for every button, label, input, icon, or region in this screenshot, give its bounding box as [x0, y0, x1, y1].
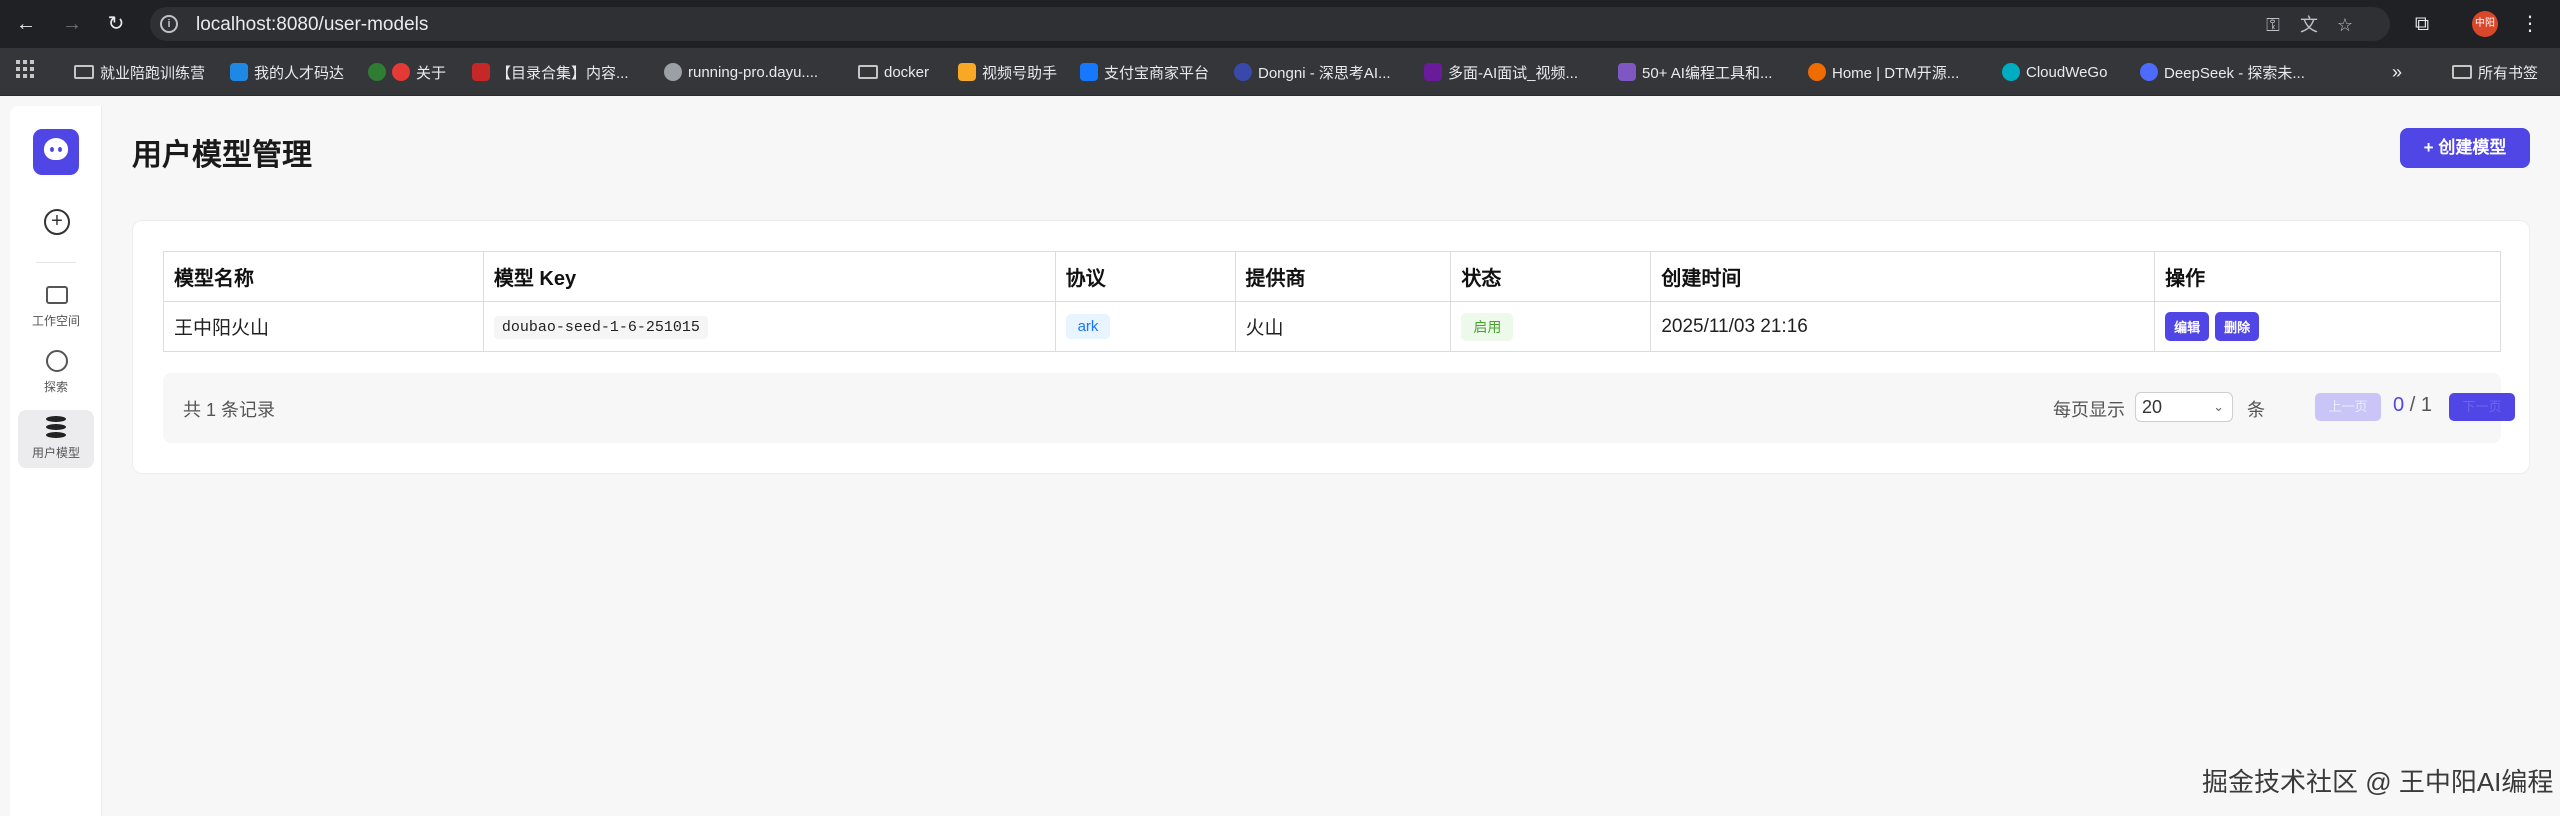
status-badge: 启用 [1461, 312, 1514, 341]
all-bookmarks[interactable]: 所有书签 [2452, 60, 2538, 84]
bookmark-item[interactable]: 就业陪跑训练营 [74, 60, 205, 84]
column-header: 创建时间 [1650, 251, 2156, 302]
watermark: 掘金技术社区 @ 王中阳AI编程 [2202, 767, 2554, 797]
sidebar-item-user-models[interactable]: 用户模型 [18, 410, 94, 468]
bookmark-item[interactable]: CloudWeGo [2002, 60, 2107, 84]
column-header: 提供商 [1234, 251, 1452, 302]
extensions-icon[interactable]: ⧉ [2408, 10, 2436, 38]
folder-icon [858, 65, 878, 79]
main-content: 用户模型管理 + 创建模型 模型名称 模型 Key 协议 提供商 状态 创建时间… [102, 96, 2560, 816]
address-bar[interactable]: i localhost:8080/user-models ⚿ 文 ☆ [150, 7, 2390, 41]
site-icon [958, 63, 976, 81]
create-model-button[interactable]: + 创建模型 [2400, 128, 2530, 168]
bookmark-item[interactable]: 多面-AI面试_视频... [1424, 60, 1578, 84]
actions-cell: 编辑 删除 [2154, 301, 2501, 352]
page-indicator: 0 / 1 [2393, 394, 2432, 417]
prev-page-button[interactable]: 上一页 [2315, 393, 2381, 421]
total-records: 共 1 条记录 [183, 400, 276, 420]
models-table: 模型名称 模型 Key 协议 提供商 状态 创建时间 操作 王中阳火山 doub… [163, 251, 2501, 352]
total-pages: 1 [2420, 394, 2432, 416]
site-icon [368, 63, 386, 81]
menu-kebab-icon[interactable]: ⋮ [2516, 10, 2544, 38]
translate-icon[interactable]: 文 [2298, 14, 2320, 36]
sidebar-item-label: 工作空间 [31, 314, 80, 328]
chevron-down-icon: ⌄ [2213, 399, 2224, 414]
site-icon [1808, 63, 1826, 81]
site-icon [1424, 63, 1442, 81]
model-name: 王中阳火山 [163, 301, 484, 352]
column-header: 协议 [1054, 251, 1236, 302]
bookmark-item[interactable]: Dongni - 深思考AI... [1234, 60, 1391, 84]
page-title: 用户模型管理 [132, 139, 312, 172]
new-chat-plus-icon[interactable]: + [44, 209, 70, 235]
profile-avatar[interactable]: 中阳 [2472, 11, 2498, 37]
protocol-badge: ark [1065, 314, 1111, 339]
page-size-value: 20 [2142, 397, 2163, 417]
bookmark-item[interactable]: 我的人才码达 [230, 60, 344, 84]
weibo-icon [392, 63, 410, 81]
page-size-label: 每页显示 [2053, 400, 2125, 420]
site-info-icon[interactable]: i [160, 15, 178, 33]
bookmarks-overflow-icon[interactable]: » [2392, 60, 2402, 84]
site-icon [230, 63, 248, 81]
forward-icon[interactable]: → [60, 12, 84, 36]
bookmarks-bar: 就业陪跑训练营 我的人才码达 关于 【目录合集】内容... running-pr… [0, 48, 2560, 96]
terminal-icon [46, 286, 68, 304]
sidebar-item-workspace[interactable]: 工作空间 [18, 278, 94, 336]
sidebar-divider [36, 262, 76, 263]
app-logo[interactable] [33, 129, 79, 175]
site-icon [1618, 63, 1636, 81]
bookmark-star-icon[interactable]: ☆ [2334, 14, 2356, 36]
site-icon [1234, 63, 1252, 81]
browser-toolbar: ← → ↻ i localhost:8080/user-models ⚿ 文 ☆… [0, 0, 2560, 48]
compass-icon [46, 350, 68, 372]
password-key-icon[interactable]: ⚿ [2262, 14, 2284, 36]
bookmark-item[interactable]: Home | DTM开源... [1808, 60, 1959, 84]
bookmark-item[interactable]: 【目录合集】内容... [472, 60, 629, 84]
site-icon [472, 63, 490, 81]
edit-button[interactable]: 编辑 [2165, 312, 2210, 341]
column-header: 操作 [2154, 251, 2501, 302]
created-time-cell: 2025/11/03 21:16 [1650, 301, 2156, 352]
bookmark-item[interactable]: running-pro.dayu.... [664, 60, 818, 84]
alipay-icon [1080, 63, 1098, 81]
folder-icon [74, 65, 94, 79]
bookmark-item[interactable]: docker [858, 60, 929, 84]
column-header: 模型 Key [482, 251, 1056, 302]
apps-grid-icon[interactable] [16, 60, 34, 78]
app-sidebar: + 工作空间 探索 用户模型 [10, 106, 102, 816]
bookmark-item[interactable]: DeepSeek - 探索未... [2140, 60, 2305, 84]
bookmark-item[interactable]: 支付宝商家平台 [1080, 60, 1209, 84]
sidebar-item-explore[interactable]: 探索 [18, 344, 94, 402]
pagination-bar: 共 1 条记录 每页显示 20 ⌄ 条 上一页 0 / 1 下一页 [163, 373, 2515, 443]
globe-icon [664, 63, 682, 81]
bookmark-item[interactable]: 50+ AI编程工具和... [1618, 60, 1772, 84]
table-header-row: 模型名称 模型 Key 协议 提供商 状态 创建时间 操作 [163, 251, 2501, 302]
page-size-select[interactable]: 20 ⌄ [2135, 392, 2233, 422]
bookmark-item[interactable]: 视频号助手 [958, 60, 1057, 84]
current-page: 0 [2393, 394, 2405, 416]
reload-icon[interactable]: ↻ [104, 12, 128, 36]
column-header: 模型名称 [163, 251, 484, 302]
table-row: 王中阳火山 doubao-seed-1-6-251015 ark 火山 启用 2… [163, 301, 2501, 352]
sidebar-item-label: 用户模型 [31, 446, 80, 460]
column-header: 状态 [1450, 251, 1652, 302]
page-size-unit: 条 [2247, 400, 2265, 420]
back-icon[interactable]: ← [14, 12, 38, 36]
provider-cell: 火山 [1234, 301, 1452, 352]
url-text[interactable]: localhost:8080/user-models [196, 14, 428, 36]
models-card: 模型名称 模型 Key 协议 提供商 状态 创建时间 操作 王中阳火山 doub… [132, 220, 2530, 474]
database-icon [46, 416, 66, 438]
logo-mascot-icon [44, 138, 68, 160]
delete-button[interactable]: 删除 [2215, 312, 2260, 341]
page-separator: / [2409, 394, 2416, 416]
model-key-chip: doubao-seed-1-6-251015 [493, 315, 708, 339]
next-page-button[interactable]: 下一页 [2449, 393, 2515, 421]
folder-icon [2452, 65, 2472, 79]
site-icon [2002, 63, 2020, 81]
bookmark-item[interactable]: 关于 [368, 60, 446, 84]
sidebar-item-label: 探索 [43, 380, 68, 394]
deepseek-icon [2140, 63, 2158, 81]
